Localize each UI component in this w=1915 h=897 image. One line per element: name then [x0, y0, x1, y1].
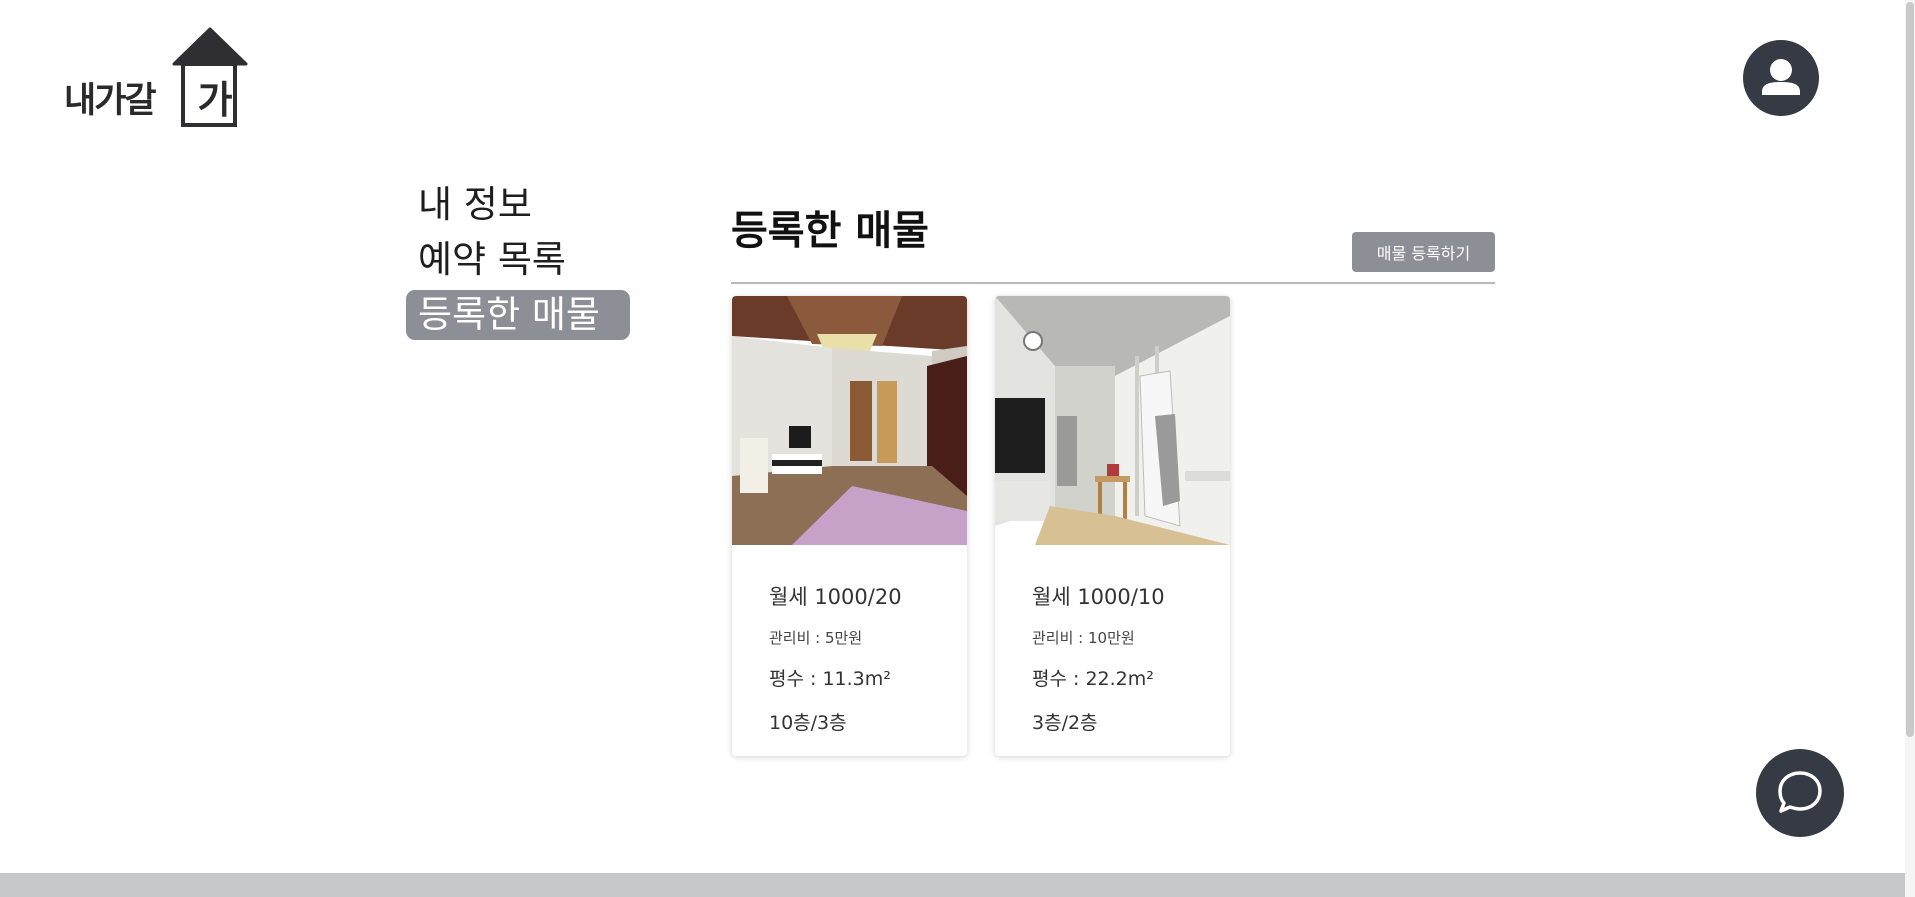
- listing-area: 평수 : 22.2m²: [1032, 668, 1154, 690]
- page-title: 등록한 매물: [731, 208, 929, 254]
- listing-maintenance-fee: 관리비 : 10만원: [1032, 629, 1135, 647]
- chat-bubble-icon: [1778, 771, 1822, 813]
- listing-maintenance-fee: 관리비 : 5만원: [769, 629, 863, 647]
- page-scrollbar-thumb[interactable]: [1906, 2, 1914, 737]
- logo-house-char: 가: [197, 78, 233, 122]
- listing-price: 월세 1000/20: [769, 585, 902, 609]
- listing-area: 평수 : 11.3m²: [769, 668, 891, 690]
- side-menu-reservations[interactable]: 예약 목록: [406, 235, 636, 285]
- room-photo-1: [732, 296, 967, 545]
- listing-floor: 3층/2층: [1032, 712, 1098, 734]
- room-photo-2: [995, 296, 1230, 545]
- listing-card[interactable]: 월세 1000/10 관리비 : 10만원 평수 : 22.2m² 3층/2층: [995, 296, 1230, 756]
- side-menu-my-info[interactable]: 내 정보: [406, 180, 636, 230]
- user-icon: [1762, 59, 1800, 95]
- logo-text: 내가갈: [64, 81, 157, 121]
- listing-card[interactable]: 월세 1000/20 관리비 : 5만원 평수 : 11.3m² 10층/3층: [732, 296, 967, 756]
- logo[interactable]: 내가갈 가: [62, 26, 252, 130]
- footer: [0, 873, 1905, 897]
- listing-floor: 10층/3층: [769, 712, 847, 734]
- chat-button[interactable]: [1756, 749, 1844, 837]
- mypage-side-menu: 내 정보 예약 목록 등록한 매물: [406, 180, 636, 345]
- profile-avatar-button[interactable]: [1743, 40, 1819, 116]
- side-menu-registered-listings[interactable]: 등록한 매물: [406, 290, 630, 340]
- title-divider: [731, 282, 1495, 284]
- listing-price: 월세 1000/10: [1032, 585, 1165, 609]
- register-listing-button[interactable]: 매물 등록하기: [1352, 232, 1495, 272]
